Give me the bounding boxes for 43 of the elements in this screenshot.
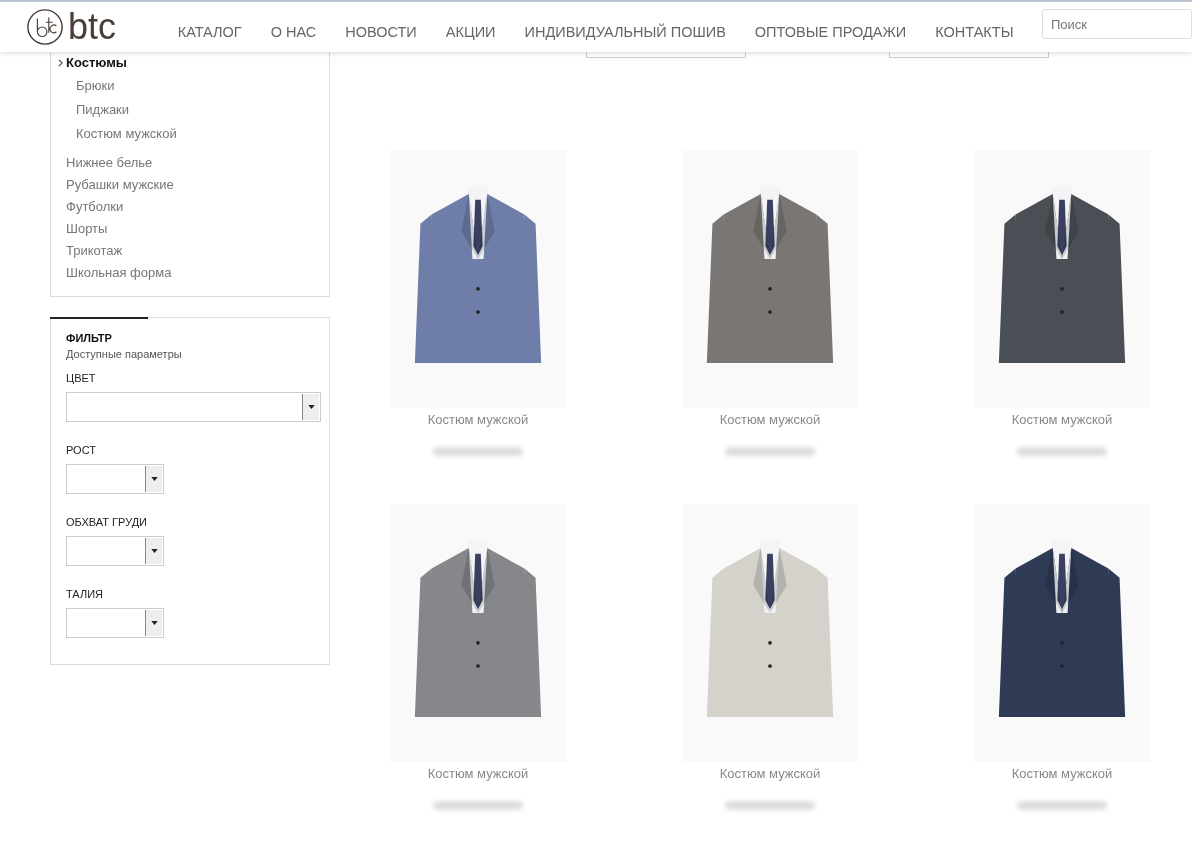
filter-label: РОСТ <box>66 444 97 456</box>
filter-subtitle: Доступные параметры <box>66 348 183 360</box>
nav-link[interactable]: ОПТОВЫЕ ПРОДАЖИ <box>740 24 921 40</box>
nav-link[interactable]: НОВОСТИ <box>330 24 432 40</box>
product-name[interactable]: Костюм мужской <box>719 766 821 781</box>
subcategory-link[interactable]: Пиджаки <box>76 98 314 122</box>
category-link[interactable]: Футболки <box>66 196 314 218</box>
category-link[interactable]: Школьная форма <box>66 262 314 284</box>
filter-label: ЦВЕТ <box>66 372 97 384</box>
category-link[interactable]: Рубашки мужские <box>66 174 314 196</box>
dropdown-arrow-icon[interactable] <box>307 405 315 409</box>
dropdown-arrow-icon[interactable] <box>150 549 158 553</box>
dropdown-field[interactable] <box>66 464 164 494</box>
category-link[interactable]: Шорты <box>66 218 314 240</box>
dropdown-field[interactable] <box>66 536 164 566</box>
category-link[interactable]: Костюмы <box>58 52 314 74</box>
product-name[interactable]: Костюм мужской <box>719 412 821 427</box>
logo-text[interactable]: btc <box>68 9 117 45</box>
dropdown-field[interactable] <box>66 608 164 638</box>
dropdown-arrow-icon[interactable] <box>150 621 158 625</box>
product-name[interactable]: Костюм мужской <box>427 766 529 781</box>
search-field[interactable]: Поиск <box>1042 9 1192 39</box>
product-name[interactable]: Костюм мужской <box>1011 412 1113 427</box>
product-name[interactable]: Костюм мужской <box>1011 766 1113 781</box>
subcategory-link[interactable]: Брюки <box>76 74 314 98</box>
nav-link[interactable]: КОНТАКТЫ <box>920 24 1028 40</box>
dropdown-field[interactable] <box>66 392 321 422</box>
nav-link[interactable]: КАТАЛОГ <box>163 24 257 40</box>
filter-title: ФИЛЬТР <box>66 332 113 344</box>
suit-photo-placeholder[interactable] <box>974 150 1150 408</box>
nav-link[interactable]: АКЦИИ <box>431 24 510 40</box>
dropdown-arrow-icon[interactable] <box>150 477 158 481</box>
category-link[interactable]: Трикотаж <box>66 240 314 262</box>
filter-label: ТАЛИЯ <box>66 588 104 600</box>
subcategory-link[interactable]: Костюм мужской <box>76 122 314 146</box>
nav-link[interactable]: О НАС <box>256 24 331 40</box>
suit-photo-placeholder[interactable] <box>974 504 1150 762</box>
product-name[interactable]: Костюм мужской <box>427 412 529 427</box>
nav-link[interactable]: ИНДИВИДУАЛЬНЫЙ ПОШИВ <box>510 24 741 40</box>
logo-icon[interactable] <box>26 8 64 46</box>
filter-label: ОБХВАТ ГРУДИ <box>66 516 148 528</box>
chevron-icon <box>58 59 63 67</box>
category-link[interactable]: Нижнее белье <box>66 152 314 174</box>
